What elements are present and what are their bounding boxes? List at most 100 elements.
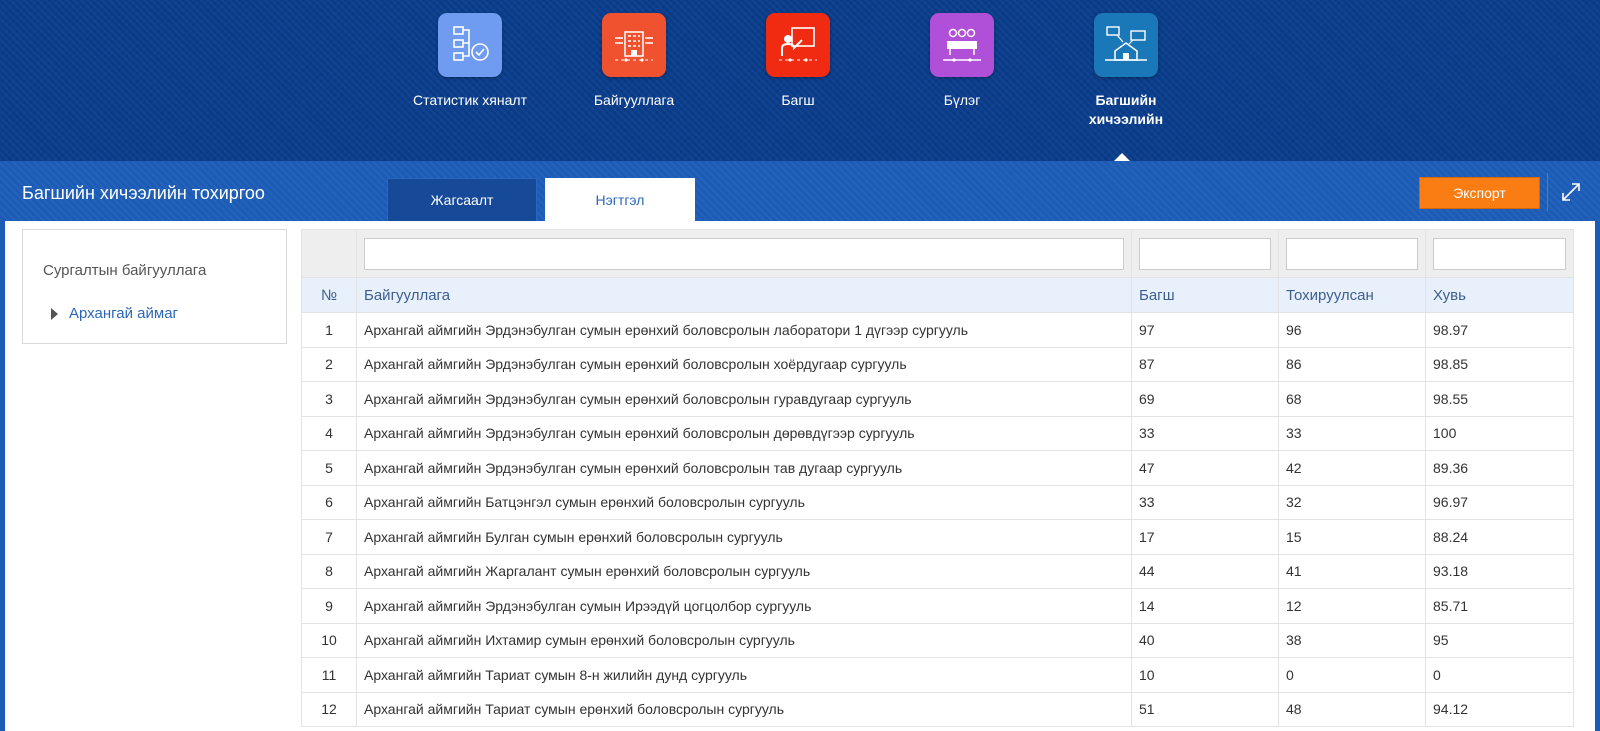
cell-percent: 95: [1425, 622, 1574, 658]
cell-organization: Архангай аймгийн Батцэнгэл сумын ерөнхий…: [356, 484, 1132, 520]
cell-number: 6: [301, 484, 357, 520]
teacher-icon: [766, 13, 830, 77]
cell-organization: Архангай аймгийн Тариат сумын 8-н жилийн…: [356, 657, 1132, 693]
cell-configured: 0: [1278, 657, 1426, 693]
table-row[interactable]: 7 Архангай аймгийн Булган сумын ерөнхий …: [301, 519, 1574, 555]
cell-organization: Архангай аймгийн Эрдэнэбулган сумын ерөн…: [356, 312, 1132, 348]
cell-teacher: 14: [1131, 588, 1279, 624]
table-row[interactable]: 5 Архангай аймгийн Эрдэнэбулган сумын ер…: [301, 450, 1574, 486]
page-title: Багшийн хичээлийн тохиргоо: [22, 183, 265, 203]
cell-configured: 86: [1278, 346, 1426, 382]
cell-organization: Архангай аймгийн Жаргалант сумын ерөнхий…: [356, 553, 1132, 589]
table-row[interactable]: 2 Архангай аймгийн Эрдэнэбулган сумын ер…: [301, 346, 1574, 382]
table-row[interactable]: 12 Архангай аймгийн Тариат сумын ерөнхий…: [301, 691, 1574, 727]
cell-configured: 48: [1278, 691, 1426, 727]
nav-item-teacher[interactable]: Багш: [723, 13, 873, 110]
cell-percent: 93.18: [1425, 553, 1574, 589]
table-row[interactable]: 4 Архангай аймгийн Эрдэнэбулган сумын ер…: [301, 415, 1574, 451]
filter-organization-input[interactable]: [364, 237, 1124, 270]
cell-percent: 98.85: [1425, 346, 1574, 382]
cell-number: 9: [301, 588, 357, 624]
header-divider: [1547, 173, 1548, 211]
tree-node-arkhangai[interactable]: Архангай аймаг: [51, 305, 178, 322]
filter-teacher-input[interactable]: [1139, 237, 1271, 270]
table-row[interactable]: 6 Архангай аймгийн Батцэнгэл сумын ерөнх…: [301, 484, 1574, 520]
expand-icon[interactable]: [1560, 181, 1582, 203]
cell-number: 4: [301, 415, 357, 451]
page-header: Багшийн хичээлийн тохиргоо Жагсаалт Нэгт…: [0, 161, 1600, 221]
cell-configured: 42: [1278, 450, 1426, 486]
export-button[interactable]: Экспорт: [1419, 177, 1540, 209]
cell-configured: 41: [1278, 553, 1426, 589]
table-row[interactable]: 8 Архангай аймгийн Жаргалант сумын ерөнх…: [301, 553, 1574, 589]
cell-number: 7: [301, 519, 357, 555]
cell-percent: 98.55: [1425, 381, 1574, 417]
cell-percent: 88.24: [1425, 519, 1574, 555]
filter-row: [301, 229, 1574, 278]
cell-teacher: 10: [1131, 657, 1279, 693]
table-row[interactable]: 1 Архангай аймгийн Эрдэнэбулган сумын ер…: [301, 312, 1574, 348]
cell-organization: Архангай аймгийн Тариат сумын ерөнхий бо…: [356, 691, 1132, 727]
tree-node-label: Архангай аймаг: [69, 305, 179, 322]
filter-percent-input[interactable]: [1433, 237, 1566, 270]
cell-percent: 85.71: [1425, 588, 1574, 624]
cell-number: 5: [301, 450, 357, 486]
cell-number: 10: [301, 622, 357, 658]
cell-teacher: 69: [1131, 381, 1279, 417]
nav-label: Багшийн хичээлийн: [1088, 92, 1164, 127]
cell-number: 3: [301, 381, 357, 417]
filter-configured-input[interactable]: [1286, 237, 1418, 270]
cell-teacher: 40: [1131, 622, 1279, 658]
column-header-configured[interactable]: Тохируулсан: [1278, 277, 1426, 313]
column-header-organization[interactable]: Байгууллага: [356, 277, 1132, 313]
summary-table: № Байгууллага Багш Тохируулсан Хувь 1 Ар…: [301, 229, 1574, 727]
organization-icon: [602, 13, 666, 77]
cell-teacher: 17: [1131, 519, 1279, 555]
frame-border-right: [1595, 221, 1600, 731]
expand-arrow-icon[interactable]: [51, 307, 58, 320]
cell-teacher: 33: [1131, 415, 1279, 451]
column-header-teacher[interactable]: Багш: [1131, 277, 1279, 313]
cell-percent: 89.36: [1425, 450, 1574, 486]
group-icon: [930, 13, 994, 77]
cell-configured: 96: [1278, 312, 1426, 348]
nav-item-group[interactable]: Бүлэг: [887, 13, 1037, 110]
filter-cell-teacher: [1131, 229, 1279, 278]
frame-border-left: [0, 221, 5, 731]
nav-item-teacher-lesson[interactable]: Багшийн хичээлийн: [1051, 13, 1201, 129]
cell-number: 11: [301, 657, 357, 693]
top-navigation: Статистик хяналт Байгууллага Багш Бүлэг …: [0, 0, 1600, 161]
cell-configured: 33: [1278, 415, 1426, 451]
cell-organization: Архангай аймгийн Эрдэнэбулган сумын ерөн…: [356, 415, 1132, 451]
cell-percent: 0: [1425, 657, 1574, 693]
cell-percent: 94.12: [1425, 691, 1574, 727]
cell-teacher: 97: [1131, 312, 1279, 348]
table-row[interactable]: 10 Архангай аймгийн Ихтамир сумын ерөнхи…: [301, 622, 1574, 658]
cell-teacher: 47: [1131, 450, 1279, 486]
cell-percent: 96.97: [1425, 484, 1574, 520]
cell-number: 12: [301, 691, 357, 727]
tab-summary[interactable]: Нэгтгэл: [545, 178, 695, 221]
nav-item-statistics[interactable]: Статистик хяналт: [395, 13, 545, 110]
header-row: № Байгууллага Багш Тохируулсан Хувь: [301, 277, 1574, 313]
nav-item-organization[interactable]: Байгууллага: [559, 13, 709, 110]
cell-configured: 38: [1278, 622, 1426, 658]
cell-teacher: 51: [1131, 691, 1279, 727]
nav-label: Статистик хяналт: [412, 92, 527, 108]
cell-organization: Архангай аймгийн Ихтамир сумын ерөнхий б…: [356, 622, 1132, 658]
table-row[interactable]: 11 Архангай аймгийн Тариат сумын 8-н жил…: [301, 657, 1574, 693]
cell-percent: 98.97: [1425, 312, 1574, 348]
cell-organization: Архангай аймгийн Эрдэнэбулган сумын Ирээ…: [356, 588, 1132, 624]
table-row[interactable]: 3 Архангай аймгийн Эрдэнэбулган сумын ер…: [301, 381, 1574, 417]
active-nav-pointer: [1114, 153, 1130, 161]
cell-teacher: 33: [1131, 484, 1279, 520]
column-header-percent[interactable]: Хувь: [1425, 277, 1574, 313]
tab-list[interactable]: Жагсаалт: [387, 178, 537, 221]
cell-number: 8: [301, 553, 357, 589]
cell-organization: Архангай аймгийн Булган сумын ерөнхий бо…: [356, 519, 1132, 555]
table-row[interactable]: 9 Архангай аймгийн Эрдэнэбулган сумын Ир…: [301, 588, 1574, 624]
filter-cell-number: [301, 229, 357, 278]
nav-label: Байгууллага: [593, 92, 675, 108]
cell-organization: Архангай аймгийн Эрдэнэбулган сумын ерөн…: [356, 381, 1132, 417]
column-header-number[interactable]: №: [301, 277, 357, 313]
